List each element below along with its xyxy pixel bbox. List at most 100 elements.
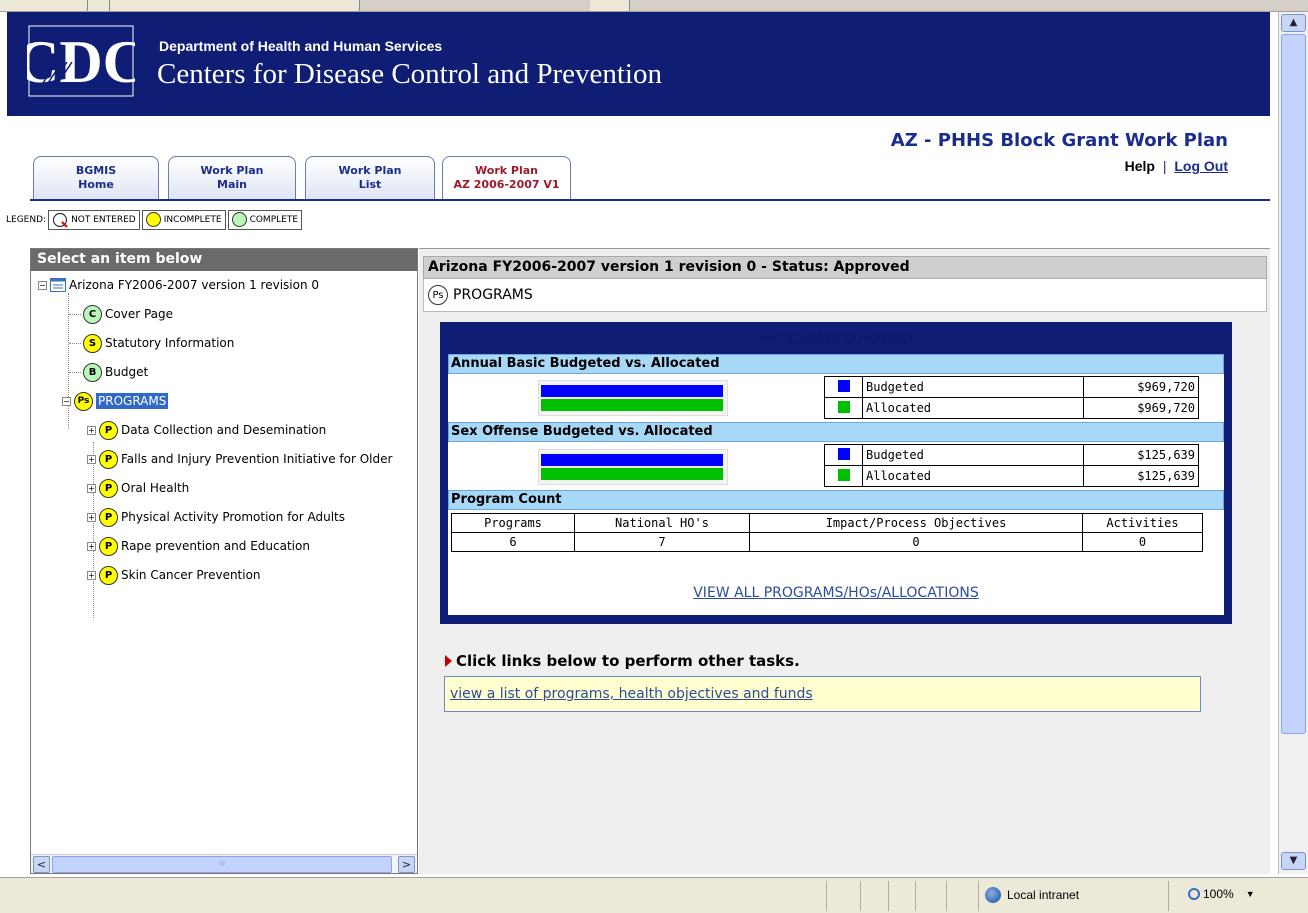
expand-icon[interactable]: + bbox=[87, 454, 96, 464]
national-hos-count: 7 bbox=[574, 532, 750, 552]
legend-text: COMPLETE bbox=[249, 214, 299, 225]
scroll-thumb[interactable]: III bbox=[52, 856, 392, 873]
content-panel: Arizona FY2006-2007 version 1 revision 0… bbox=[419, 248, 1270, 874]
navigation-tree: − Arizona FY2006-2007 version 1 revision… bbox=[31, 271, 417, 841]
vertical-scrollbar[interactable]: ▲ ▼ bbox=[1278, 12, 1308, 874]
programs-objectives-funds-link[interactable]: view a list of programs, health objectiv… bbox=[450, 686, 813, 702]
legend-row-allocated: Allocated $969,720 bbox=[824, 397, 1199, 419]
tree-item-program[interactable]: + P Physical Activity Promotion for Adul… bbox=[87, 506, 345, 528]
scroll-up-icon[interactable]: ▲ bbox=[1281, 14, 1306, 32]
tree-item-program[interactable]: + P Falls and Injury Prevention Initiati… bbox=[87, 448, 392, 470]
browser-toolbar-segment bbox=[88, 0, 110, 11]
incomplete-status-icon: Ps bbox=[74, 391, 93, 411]
scroll-down-icon[interactable]: ▼ bbox=[1281, 852, 1306, 870]
scroll-left-icon[interactable]: < bbox=[33, 856, 50, 873]
page: CDC Department of Health and Human Servi… bbox=[0, 12, 1278, 874]
allocated-bar bbox=[541, 468, 723, 480]
work-plan-status: Arizona FY2006-2007 version 1 revision 0… bbox=[423, 256, 1267, 279]
tab-sublabel: AZ 2006-2007 V1 bbox=[453, 178, 560, 191]
help-link[interactable]: Help bbox=[1125, 158, 1155, 174]
zoom-icon bbox=[1188, 888, 1200, 900]
expand-icon[interactable]: + bbox=[87, 570, 96, 580]
allocated-amount: $969,720 bbox=[1083, 397, 1199, 419]
tree-root[interactable]: − Arizona FY2006-2007 version 1 revision… bbox=[38, 274, 319, 296]
section-label: PROGRAMS bbox=[453, 287, 533, 303]
legend-complete: COMPLETE bbox=[227, 209, 303, 230]
column-header: Programs bbox=[451, 513, 575, 533]
column-header: National HO's bbox=[574, 513, 750, 533]
expand-icon[interactable]: + bbox=[87, 541, 96, 551]
tab-work-plan-main[interactable]: Work Plan Main bbox=[168, 156, 296, 200]
column-header: Activities bbox=[1082, 513, 1203, 533]
program-count-header: Program Count bbox=[448, 490, 1224, 510]
table-row: 6 7 0 0 bbox=[451, 532, 1203, 552]
incomplete-status-icon: S bbox=[83, 333, 102, 353]
not-entered-icon bbox=[52, 212, 68, 228]
tab-label: BGMIS bbox=[75, 164, 117, 177]
budgeted-amount: $969,720 bbox=[1083, 376, 1199, 398]
incomplete-status-icon: P bbox=[99, 536, 118, 556]
scroll-right-icon[interactable]: > bbox=[398, 856, 415, 873]
complete-icon bbox=[231, 212, 247, 227]
zoom-control[interactable]: 100% ▼ bbox=[1188, 887, 1255, 901]
legend-text: NOT ENTERED bbox=[71, 214, 136, 225]
page-title: AZ - PHHS Block Grant Work Plan bbox=[890, 130, 1228, 151]
tab-work-plan-list[interactable]: Work Plan List bbox=[305, 156, 435, 200]
tree-item-label: Cover Page bbox=[105, 307, 174, 321]
legend-swatch-cell bbox=[824, 465, 863, 487]
tree-connector bbox=[69, 342, 81, 344]
legend-incomplete: INCOMPLETE bbox=[141, 209, 226, 230]
tree-root-label: Arizona FY2006-2007 version 1 revision 0 bbox=[69, 278, 320, 292]
tab-work-plan-az[interactable]: Work Plan AZ 2006-2007 V1 bbox=[442, 156, 571, 201]
browser-top-strip bbox=[0, 0, 1308, 12]
budgeted-bar bbox=[541, 454, 723, 466]
status-divider bbox=[946, 881, 947, 911]
tree-item-cover-page[interactable]: C Cover Page bbox=[69, 303, 173, 325]
tab-bgmis-home[interactable]: BGMIS Home bbox=[33, 156, 159, 200]
tree-item-program[interactable]: + P Oral Health bbox=[87, 477, 189, 499]
legend-swatch-cell bbox=[824, 376, 863, 398]
tree-item-label: Oral Health bbox=[121, 481, 190, 495]
tab-sublabel: Main bbox=[217, 178, 247, 191]
status-divider bbox=[978, 881, 979, 911]
incomplete-status-icon: P bbox=[99, 420, 118, 440]
collapse-icon[interactable]: − bbox=[38, 280, 47, 290]
budgeted-bar bbox=[541, 385, 723, 397]
chevron-down-icon[interactable]: ▼ bbox=[1246, 889, 1255, 899]
status-divider bbox=[826, 881, 827, 911]
programs-summary: PROGRAMS SUMMARY Annual Basic Budgeted v… bbox=[440, 322, 1232, 624]
sex-offense-header: Sex Offense Budgeted vs. Allocated bbox=[448, 422, 1224, 442]
legend-label: LEGEND: bbox=[6, 214, 47, 225]
sex-offense-legend: Budgeted $125,639 Allocated $125,639 bbox=[824, 444, 1199, 487]
tree-item-label: Data Collection and Desemination bbox=[121, 423, 327, 437]
tree-item-program[interactable]: + P Data Collection and Desemination bbox=[87, 419, 326, 441]
summary-body: Annual Basic Budgeted vs. Allocated Budg… bbox=[448, 354, 1224, 615]
horizontal-scrollbar[interactable]: < III > bbox=[31, 854, 417, 873]
separator: | bbox=[1162, 158, 1167, 174]
allocated-amount: $125,639 bbox=[1083, 465, 1199, 487]
legend-text: INCOMPLETE bbox=[163, 214, 222, 225]
tree-item-statutory-information[interactable]: S Statutory Information bbox=[69, 332, 234, 354]
tree-item-programs[interactable]: − Ps PROGRAMS bbox=[62, 390, 169, 412]
intranet-globe-icon bbox=[985, 887, 1001, 903]
collapse-icon[interactable]: − bbox=[62, 396, 71, 406]
tree-item-program[interactable]: + P Skin Cancer Prevention bbox=[87, 564, 261, 586]
zoom-level: 100% bbox=[1203, 887, 1234, 901]
expand-icon[interactable]: + bbox=[87, 425, 96, 435]
navigation-tree-panel: Select an item below − Arizona FY2006-20… bbox=[30, 248, 418, 874]
expand-icon[interactable]: + bbox=[87, 483, 96, 493]
view-all-programs-link[interactable]: VIEW ALL PROGRAMS/HOs/ALLOCATIONS bbox=[448, 585, 1224, 601]
tree-item-label: Rape prevention and Education bbox=[121, 539, 310, 553]
tree-connector bbox=[69, 371, 81, 373]
cdc-banner: CDC Department of Health and Human Servi… bbox=[7, 12, 1270, 116]
scroll-thumb[interactable] bbox=[1281, 34, 1306, 734]
tree-item-budget[interactable]: B Budget bbox=[69, 361, 148, 383]
tree-item-program[interactable]: + P Rape prevention and Education bbox=[87, 535, 310, 557]
expand-icon[interactable]: + bbox=[87, 512, 96, 522]
allocated-swatch bbox=[837, 400, 850, 413]
activities-count: 0 bbox=[1082, 532, 1203, 552]
tab-label: Work Plan bbox=[338, 164, 402, 177]
legend-row-allocated: Allocated $125,639 bbox=[824, 465, 1199, 487]
tree-item-label: Physical Activity Promotion for Adults bbox=[121, 510, 346, 524]
logout-link[interactable]: Log Out bbox=[1174, 158, 1228, 174]
